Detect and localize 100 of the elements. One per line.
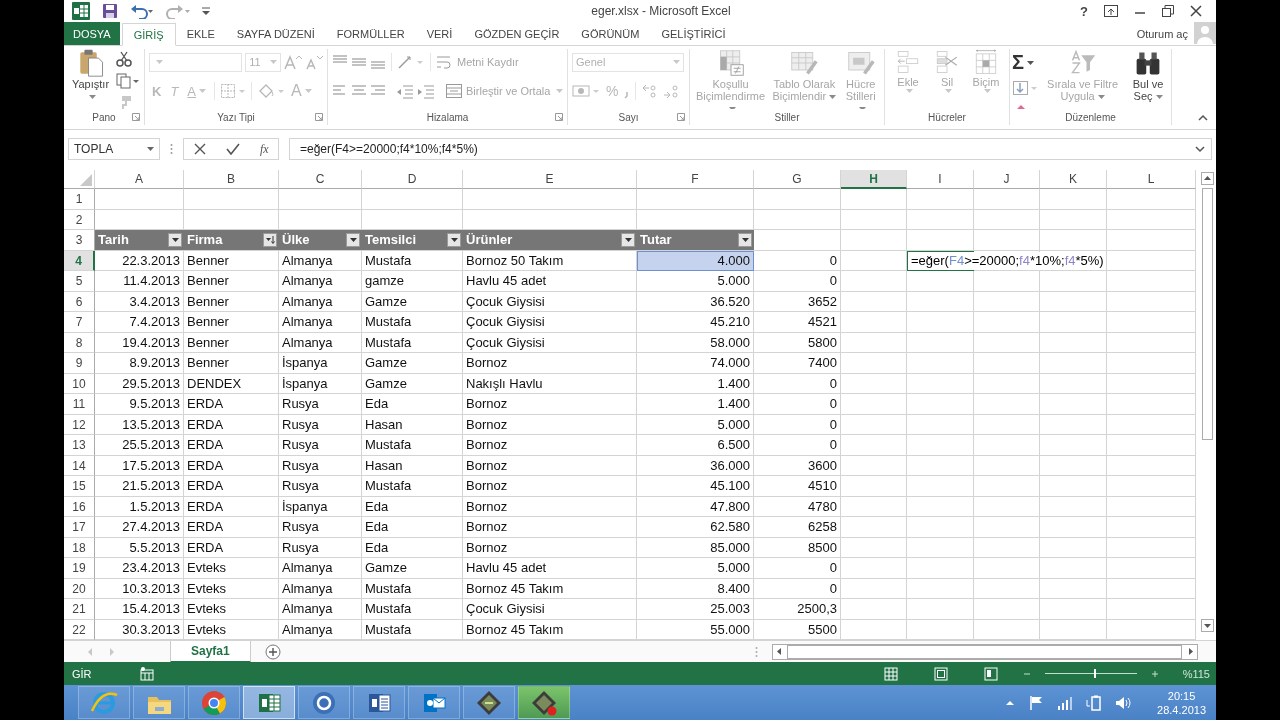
ribbon-display-icon[interactable] [1104,5,1118,17]
insert-function-button[interactable]: fx [260,141,269,157]
filter-button[interactable] [447,232,461,247]
sign-in-link[interactable]: Oturum aç [1136,27,1194,40]
column-header[interactable]: K [1040,170,1107,189]
taskbar-button[interactable] [298,686,350,719]
taskbar-button[interactable] [518,686,570,719]
grow-font-icon[interactable] [284,54,302,70]
clock-date[interactable]: 28.4.2013 [1157,702,1206,717]
cancel-icon[interactable] [194,143,206,155]
column-header[interactable]: F [637,170,754,189]
sheet-tab[interactable]: Sayfa1 [170,640,251,663]
horizontal-scrollbar[interactable] [772,643,1198,660]
column-header[interactable]: H [841,170,907,189]
undo-icon[interactable] [130,3,154,19]
ribbon-tab[interactable]: VERİ [415,23,464,45]
ribbon-tab[interactable]: SAYFA DÜZENİ [225,23,326,45]
column-header[interactable]: D [362,170,463,189]
filter-button[interactable] [346,232,360,247]
ribbon-tab[interactable]: EKLE [175,23,226,45]
spreadsheet-logo-icon[interactable] [72,2,90,20]
column-header[interactable]: L [1107,170,1196,189]
scrollbar-thumb[interactable] [1202,188,1213,440]
enter-icon[interactable] [226,143,240,155]
page-break-icon[interactable] [983,666,998,681]
collapse-ribbon-icon[interactable] [1198,114,1208,121]
column-header[interactable]: E [463,170,637,189]
zoom-in-icon[interactable] [1150,669,1159,678]
shrink-font-icon[interactable] [305,54,323,70]
row-header[interactable]: 8 [64,332,95,353]
restore-icon[interactable] [1162,5,1174,17]
copy-icon[interactable] [116,73,140,89]
row-header[interactable]: 19 [64,558,95,579]
redo-icon[interactable] [166,3,190,19]
currency-icon[interactable] [572,83,600,99]
borders-icon[interactable] [220,83,246,99]
increase-indent-icon[interactable] [417,83,435,99]
cut-icon[interactable] [116,51,132,67]
sort-filter-button[interactable] [263,232,277,247]
ribbon-tab[interactable]: GELİŞTİRİCİ [650,23,737,45]
taskbar-button[interactable] [188,686,240,719]
row-header[interactable]: 15 [64,476,95,497]
row-header[interactable]: 18 [64,537,95,558]
column-header[interactable]: I [907,170,974,189]
battery-icon[interactable] [1086,694,1103,711]
paste-button[interactable]: Yapıştır [68,49,113,102]
name-box[interactable]: TOPLA [68,138,160,160]
row-header[interactable]: 10 [64,373,95,394]
ribbon-tab[interactable]: FORMÜLLER [325,23,416,45]
dialog-launcher-icon[interactable] [677,113,685,121]
row-header[interactable]: 5 [64,271,95,292]
taskbar-button[interactable] [463,686,515,719]
scroll-down-icon[interactable] [1201,619,1214,632]
ribbon-tab[interactable]: GÖRÜNÜM [570,23,651,45]
dialog-launcher-icon[interactable] [132,113,140,121]
find-select-button[interactable]: Bul ve Seç [1127,49,1169,102]
normal-view-icon[interactable] [883,666,898,681]
column-header[interactable]: A [95,170,184,189]
row-header[interactable]: 2 [64,209,95,230]
close-icon[interactable] [1190,5,1202,17]
autosum-button[interactable]: Σ [1012,51,1038,74]
font-name-field[interactable] [149,52,243,72]
ribbon-tab[interactable]: GÖZDEN GEÇİR [463,23,571,45]
zoom-slider-thumb[interactable] [1094,669,1097,678]
file-tab[interactable]: DOSYA [64,22,120,45]
row-header[interactable]: 7 [64,312,95,333]
macro-record-icon[interactable] [139,666,154,681]
decrease-indent-icon[interactable] [396,83,414,99]
zoom-level[interactable]: %115 [1182,667,1210,680]
scroll-up-icon[interactable] [1201,172,1214,185]
row-header[interactable]: 21 [64,599,95,620]
filter-button[interactable] [168,232,182,247]
filter-button[interactable] [621,232,635,247]
expand-icon[interactable] [1195,145,1205,153]
row-header[interactable]: 9 [64,353,95,374]
row-header[interactable]: 1 [64,189,95,210]
taskbar-button[interactable] [353,686,405,719]
orientation-icon[interactable] [397,54,425,70]
column-header[interactable]: B [184,170,279,189]
fill-color-icon[interactable] [257,83,285,99]
speaker-icon[interactable] [1115,694,1134,711]
row-header[interactable]: 6 [64,291,95,312]
flag-icon[interactable] [1028,694,1045,711]
save-icon[interactable] [102,3,118,19]
fill-down-icon[interactable] [1012,80,1038,96]
page-layout-icon[interactable] [933,666,948,681]
dialog-launcher-icon[interactable] [315,113,323,121]
signal-icon[interactable] [1057,694,1074,711]
help-button[interactable]: ? [1080,3,1088,19]
row-header[interactable]: 12 [64,414,95,435]
ribbon-tab[interactable]: GİRİŞ [121,23,176,46]
column-header[interactable]: C [279,170,362,189]
grip-icon[interactable] [755,645,758,658]
filter-button[interactable] [738,232,752,247]
dialog-launcher-icon[interactable] [555,113,563,121]
taskbar-button[interactable] [243,686,295,719]
add-sheet-icon[interactable] [264,643,281,660]
row-header[interactable]: 11 [64,394,95,415]
formula-input[interactable]: =eğer(F4>=20000;f4*10%;f4*5%) [289,138,1212,160]
row-header[interactable]: 13 [64,435,95,456]
